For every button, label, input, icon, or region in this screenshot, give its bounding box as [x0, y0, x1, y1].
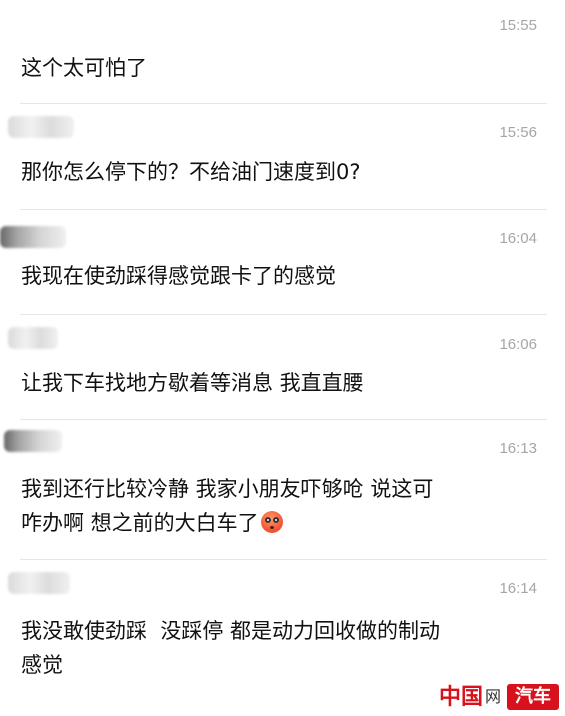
message-text: 我到还行比较冷静 我家小朋友吓够呛 说这可 咋办啊 想之前的大白车了 — [21, 472, 545, 540]
message-text: 我没敢使劲踩 没踩停 都是动力回收做的制动 感觉 — [21, 619, 441, 677]
watermark-logo: 中国 — [438, 684, 483, 710]
message-time: 16:13 — [499, 440, 537, 457]
message-text: 那你怎么停下的？不给油门速度到0? — [21, 160, 361, 184]
watermark-badge: 汽车 — [507, 684, 559, 710]
chat-message[interactable]: 16:06 让我下车找地方歇着等消息 我直直腰 — [0, 315, 565, 417]
china-net-auto-watermark: 中国 网 汽车 — [439, 684, 559, 710]
chat-message[interactable]: 15:55 这个太可怕了 — [0, 0, 565, 103]
message-time: 16:14 — [499, 580, 537, 597]
flushed-face-emoji-icon — [260, 511, 283, 533]
blurred-avatar[interactable] — [8, 116, 74, 138]
chat-message[interactable]: 16:13 我到还行比较冷静 我家小朋友吓够呛 说这可 咋办啊 想之前的大白车了 — [0, 420, 565, 558]
chat-message[interactable]: 15:56 那你怎么停下的？不给油门速度到0? — [0, 104, 565, 208]
message-text: 我现在使劲踩得感觉跟卡了的感觉 — [21, 264, 336, 288]
blurred-avatar[interactable] — [4, 430, 62, 452]
blurred-avatar[interactable] — [8, 327, 58, 349]
message-text: 让我下车找地方歇着等消息 我直直腰 — [21, 371, 364, 395]
chat-history[interactable]: 15:55 这个太可怕了 15:56 那你怎么停下的？不给油门速度到0? 16:… — [0, 0, 565, 716]
chat-message[interactable]: 16:04 我现在使劲踩得感觉跟卡了的感觉 — [0, 210, 565, 313]
message-time: 15:55 — [499, 17, 537, 34]
watermark-net: 网 — [484, 687, 501, 706]
message-time: 16:04 — [499, 230, 537, 247]
blurred-avatar[interactable] — [8, 572, 70, 594]
blurred-avatar[interactable] — [0, 226, 66, 248]
message-text-content: 我到还行比较冷静 我家小朋友吓够呛 说这可 咋办啊 想之前的大白车了 — [21, 477, 434, 535]
message-time: 16:06 — [499, 336, 537, 353]
message-text: 这个太可怕了 — [21, 56, 147, 80]
message-time: 15:56 — [499, 124, 537, 141]
